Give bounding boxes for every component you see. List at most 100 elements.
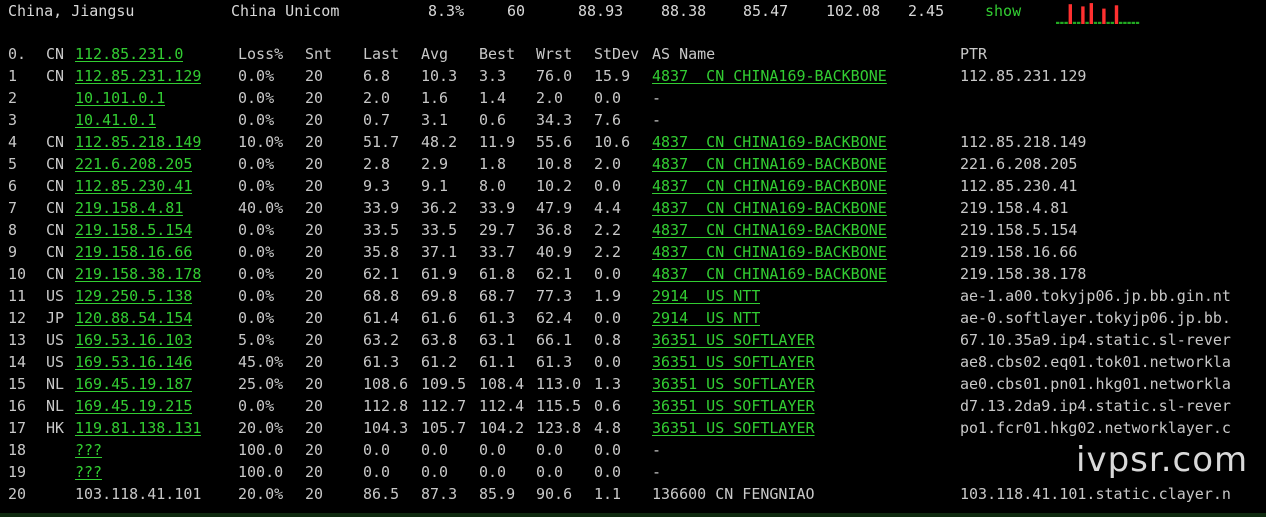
show-link[interactable]: show	[985, 0, 1021, 22]
cell-as[interactable]: 36351 US SOFTLAYER	[652, 417, 815, 439]
cell-hop: 19	[8, 463, 27, 481]
cell-stdev: 0.0	[594, 265, 622, 283]
table-row: 6 CN 112.85.230.41 0.0% 20 9.3 9.1 8.0 10.2 0.0 48…	[0, 175, 1266, 197]
cell-snt: 20	[305, 331, 324, 349]
table-row: 20 103.118.41.101 20.0% 20 86.5 87.3 85.9 90.6 1…	[0, 483, 1266, 505]
cell-wrst: 36.8	[536, 221, 573, 239]
table-row: 8 CN 219.158.5.154 0.0% 20 33.5 33.5 29.7 36.8 2.…	[0, 219, 1266, 241]
cell-wrst: 113.0	[536, 375, 582, 393]
cell-hop: 7	[8, 199, 18, 217]
cell-host[interactable]: 169.45.19.215	[75, 395, 192, 417]
table-row: 16 NL 169.45.19.215 0.0% 20 112.8 112.7 112.4 11…	[0, 395, 1266, 417]
cell-hop: 16	[8, 397, 27, 415]
cell-snt: 20	[305, 397, 324, 415]
cell-snt: 20	[305, 463, 324, 481]
cell-wrst: 77.3	[536, 287, 573, 305]
sparkline-bar	[1102, 8, 1106, 24]
cell-as: -	[652, 89, 662, 107]
cell-host[interactable]: 221.6.208.205	[75, 153, 192, 175]
cell-as[interactable]: 4837 CN CHINA169-BACKBONE	[652, 65, 887, 87]
cell-host[interactable]: 219.158.38.178	[75, 263, 201, 285]
cell-avg: 2.9	[421, 155, 449, 173]
cell-hop: 9	[8, 243, 18, 261]
cell-best: 0.0	[479, 441, 507, 459]
cell-avg: 109.5	[421, 375, 467, 393]
cell-ptr: 67.10.35a9.ip4.static.sl-rever	[960, 331, 1231, 349]
cell-ptr: 112.85.230.41	[960, 177, 1078, 195]
cell-host[interactable]: ???	[75, 461, 102, 483]
watermark: ivpsr.com	[1076, 440, 1249, 480]
cell-host[interactable]: 10.101.0.1	[75, 87, 165, 109]
cell-as[interactable]: 2914 US NTT	[652, 285, 760, 307]
cell-wrst: 0.0	[536, 463, 564, 481]
cell-hop: 11	[8, 287, 27, 305]
cell-stdev: 0.6	[594, 397, 622, 415]
cell-last: 61.3	[363, 353, 400, 371]
table-row: 2 10.101.0.1 0.0% 20 2.0 1.6 1.4 2.0 0.0 -	[0, 87, 1266, 109]
cell-as[interactable]: 4837 CN CHINA169-BACKBONE	[652, 263, 887, 285]
cell-as[interactable]: 36351 US SOFTLAYER	[652, 395, 815, 417]
cell-as[interactable]: 4837 CN CHINA169-BACKBONE	[652, 241, 887, 263]
cell-ptr: 219.158.5.154	[960, 221, 1078, 239]
cell-host[interactable]: 219.158.5.154	[75, 219, 192, 241]
cell-host[interactable]: 112.85.218.149	[75, 131, 201, 153]
sparkline-bar	[1114, 5, 1119, 24]
cell-host[interactable]: 119.81.138.131	[75, 417, 201, 439]
cell-as[interactable]: 36351 US SOFTLAYER	[652, 373, 815, 395]
header-host[interactable]: 112.85.231.0	[75, 43, 183, 65]
cell-loss: 0.0%	[238, 155, 275, 173]
cell-loss: 40.0%	[238, 199, 284, 217]
cell-as[interactable]: 36351 US SOFTLAYER	[652, 351, 815, 373]
cell-as[interactable]: 4837 CN CHINA169-BACKBONE	[652, 175, 887, 197]
cell-hop: 18	[8, 441, 27, 459]
cell-as[interactable]: 36351 US SOFTLAYER	[652, 329, 815, 351]
cell-avg: 112.7	[421, 397, 467, 415]
cell-last: 68.8	[363, 287, 400, 305]
cell-last: 2.8	[363, 155, 391, 173]
cell-host[interactable]: 169.53.16.146	[75, 351, 192, 373]
cell-loss: 25.0%	[238, 375, 284, 393]
cell-ptr: 219.158.16.66	[960, 243, 1078, 261]
cell-host[interactable]: 219.158.4.81	[75, 197, 183, 219]
cell-avg: 61.9	[421, 265, 458, 283]
cell-loss: 5.0%	[238, 331, 275, 349]
cell-host[interactable]: 112.85.231.129	[75, 65, 201, 87]
sparkline-bar	[1085, 21, 1089, 24]
cell-host[interactable]: 169.53.16.103	[75, 329, 192, 351]
bottom-border	[0, 513, 1266, 517]
cell-best: 68.7	[479, 287, 516, 305]
cell-cc: HK	[46, 419, 65, 437]
table-row: 4 CN 112.85.218.149 10.0% 20 51.7 48.2 11.9 55.6…	[0, 131, 1266, 153]
cell-host[interactable]: 169.45.19.187	[75, 373, 192, 395]
cell-as[interactable]: 4837 CN CHINA169-BACKBONE	[652, 197, 887, 219]
cell-as[interactable]: 4837 CN CHINA169-BACKBONE	[652, 153, 887, 175]
cell-stdev: 1.3	[594, 375, 622, 393]
table-row: 14 US 169.53.16.146 45.0% 20 61.3 61.2 61.1 61.3…	[0, 351, 1266, 373]
cell-loss: 0.0%	[238, 177, 275, 195]
cell-host[interactable]: 129.250.5.138	[75, 285, 192, 307]
cell-loss: 0.0%	[238, 397, 275, 415]
header-hop: 0.	[8, 45, 27, 63]
cell-last: 0.7	[363, 111, 391, 129]
cell-host[interactable]: ???	[75, 439, 102, 461]
sparkline-bar	[1135, 21, 1140, 24]
cell-host[interactable]: 10.41.0.1	[75, 109, 156, 131]
cell-loss: 0.0%	[238, 243, 275, 261]
cell-last: 86.5	[363, 485, 400, 503]
cell-avg: 10.3	[421, 67, 458, 85]
cell-as[interactable]: 4837 CN CHINA169-BACKBONE	[652, 219, 887, 241]
cell-as[interactable]: 2914 US NTT	[652, 307, 760, 329]
cell-loss: 100.0	[238, 441, 284, 459]
header-loss: Loss%	[238, 45, 284, 63]
sparkline-bar	[1081, 6, 1085, 24]
cell-as[interactable]: 4837 CN CHINA169-BACKBONE	[652, 131, 887, 153]
cell-host[interactable]: 112.85.230.41	[75, 175, 192, 197]
cell-last: 62.1	[363, 265, 400, 283]
cell-hop: 3	[8, 111, 18, 129]
cell-wrst: 47.9	[536, 199, 573, 217]
cell-host[interactable]: 219.158.16.66	[75, 241, 192, 263]
cell-host[interactable]: 120.88.54.154	[75, 307, 192, 329]
cell-hop: 10	[8, 265, 27, 283]
table-row: 10 CN 219.158.38.178 0.0% 20 62.1 61.9 61.8 62.1…	[0, 263, 1266, 285]
header-stdev: StDev	[594, 45, 640, 63]
